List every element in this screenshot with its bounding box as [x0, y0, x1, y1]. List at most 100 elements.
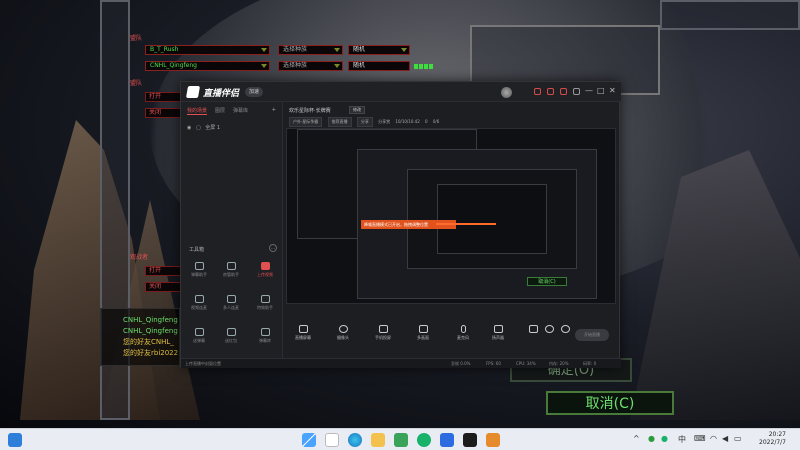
add-icon[interactable]: +: [272, 107, 276, 115]
tray-app-icon[interactable]: ●: [661, 434, 668, 443]
tab-layers[interactable]: 图层: [215, 107, 225, 115]
play-icon: [418, 325, 428, 333]
scene-item[interactable]: ◉ ▢ 全屏 1: [181, 120, 282, 135]
chat-app-icon[interactable]: [417, 433, 431, 447]
viewers-count: 0/6: [432, 119, 440, 124]
team-a-label: 盟队: [130, 35, 143, 42]
message-icon[interactable]: [547, 88, 554, 95]
mail-icon[interactable]: [560, 88, 567, 95]
tab-scenes[interactable]: 我的场景: [187, 107, 208, 115]
race-select-1[interactable]: 选择种族: [278, 45, 343, 55]
tab-danmaku[interactable]: 弹幕库: [233, 107, 248, 115]
tool-label: 弹幕助手: [191, 272, 207, 277]
player2-slot[interactable]: CNHL_Qingfeng: [145, 61, 270, 71]
tray-input-icon[interactable]: ⌨: [694, 434, 706, 443]
status-item: 码率: 0: [583, 361, 597, 366]
visibility-button[interactable]: [542, 325, 556, 335]
volume-icon[interactable]: ◀: [722, 434, 728, 443]
toolbar-label: 麦克风: [457, 335, 469, 340]
live-companion-icon[interactable]: [463, 433, 477, 447]
avatar[interactable]: [501, 87, 512, 98]
wifi-icon[interactable]: ◠: [710, 434, 717, 443]
recommend-chip[interactable]: 推荐直播: [327, 117, 352, 127]
blue-app-icon[interactable]: [440, 433, 454, 447]
tool-danmaku[interactable]: 弹幕助手: [185, 262, 213, 278]
eye-icon[interactable]: ◉: [187, 125, 191, 131]
settings-icon[interactable]: [573, 88, 580, 95]
phone-cast-button[interactable]: 手机投屏: [366, 325, 400, 341]
tray-lang[interactable]: 中: [678, 434, 686, 445]
screen-capture-button[interactable]: 直播屏幕: [286, 325, 320, 341]
tool-room-admin[interactable]: 房管助手: [217, 262, 245, 278]
tool-upload-video[interactable]: 上传视频: [251, 262, 279, 278]
player1-slot[interactable]: B_T_Rush: [145, 45, 270, 55]
open-slot-button[interactable]: 打开: [145, 92, 185, 102]
settings-button[interactable]: [558, 325, 572, 335]
box-icon: [260, 328, 270, 336]
scene-pane: 我的场景 图层 弹幕库 + ◉ ▢ 全屏 1 工具箱 … 弹幕助手 房管助手 上…: [181, 102, 283, 368]
race-value-2[interactable]: 随机: [348, 61, 410, 71]
tool-effects[interactable]: 特效助手: [251, 295, 279, 311]
video-icon: [528, 325, 538, 333]
maximize-icon[interactable]: □: [597, 86, 605, 95]
ping-indicator: [429, 64, 433, 69]
tool-send-danmaku[interactable]: 送弹幕: [185, 328, 213, 344]
player1-name: B_T_Rush: [150, 46, 179, 53]
taskbar: ^ ● ● 中 ⌨ ◠ ◀ ▭ 20:27 2022/7/7: [0, 428, 800, 450]
scene-item-label: 全屏 1: [205, 125, 221, 131]
eye-icon: [544, 325, 554, 333]
tool-multi-link[interactable]: 多人连麦: [217, 295, 245, 311]
race-value-1[interactable]: 随机: [348, 45, 410, 55]
game-icon[interactable]: [486, 433, 500, 447]
wechat-icon[interactable]: [394, 433, 408, 447]
observer-open-button[interactable]: 打开: [145, 266, 183, 276]
modify-button[interactable]: 修改: [349, 106, 365, 114]
clock[interactable]: 20:27 2022/7/7: [759, 431, 786, 447]
ping-indicator: [424, 64, 428, 69]
title-bar: 直播伴侣 加速 — □ ✕: [181, 82, 621, 102]
more-icon[interactable]: …: [269, 244, 277, 252]
mic-button[interactable]: 麦克风: [446, 325, 480, 341]
tool-video-link[interactable]: 视频连麦: [185, 295, 213, 311]
gift-icon[interactable]: [534, 88, 541, 95]
stream-preview[interactable]: 取消(C): [286, 128, 616, 304]
status-left: 上传直播中封面位置: [185, 361, 221, 366]
edge-icon[interactable]: [348, 433, 362, 447]
chevron-down-icon: [334, 64, 340, 68]
status-item: 丢帧 0.0%: [451, 361, 471, 366]
observer-close-button[interactable]: 关闭: [145, 282, 183, 292]
speaker-button[interactable]: 扬声器: [481, 325, 515, 341]
widgets-icon[interactable]: [8, 433, 22, 447]
start-icon[interactable]: [302, 433, 316, 447]
folder-icon[interactable]: [371, 433, 385, 447]
lock-icon[interactable]: ▢: [196, 125, 201, 131]
tray-app-icon[interactable]: ●: [648, 434, 655, 443]
toolbar-label: 扬声器: [492, 335, 504, 340]
start-live-button[interactable]: 开始直播: [575, 329, 609, 341]
tray-chevron-icon[interactable]: ^: [633, 434, 640, 443]
battery-icon[interactable]: ▭: [734, 434, 742, 443]
task-view-icon[interactable]: [325, 433, 339, 447]
toolbar-label: 手机投屏: [375, 335, 391, 340]
race-select-2[interactable]: 选择种族: [278, 61, 343, 71]
chevron-down-icon: [261, 64, 267, 68]
chevron-down-icon: [261, 48, 267, 52]
minimize-icon[interactable]: —: [585, 86, 593, 95]
app-name: 直播伴侣: [203, 89, 240, 99]
cancel-button[interactable]: 取消(C): [546, 391, 674, 415]
close-slot-button[interactable]: 关闭: [145, 108, 185, 118]
category-chip[interactable]: 户外·星际争霸: [289, 117, 323, 127]
lobby-frame: [660, 0, 800, 30]
scene-tabs: 我的场景 图层 弹幕库 +: [181, 102, 282, 120]
record-button[interactable]: [526, 325, 540, 335]
tool-send-redpack[interactable]: 送红包: [217, 328, 245, 344]
chat-line: CNHL_Qingfeng: [123, 327, 178, 335]
camera-button[interactable]: 摄像头: [326, 325, 360, 341]
observer-label: 观战者: [130, 254, 149, 261]
tools-header: 工具箱: [189, 247, 205, 253]
speedup-badge[interactable]: 加速: [245, 87, 264, 97]
multi-view-button[interactable]: 多画面: [406, 325, 440, 341]
share-chip[interactable]: 分享: [356, 117, 373, 127]
tool-danmaku-lib[interactable]: 弹幕库: [251, 328, 279, 344]
close-icon[interactable]: ✕: [609, 86, 616, 95]
